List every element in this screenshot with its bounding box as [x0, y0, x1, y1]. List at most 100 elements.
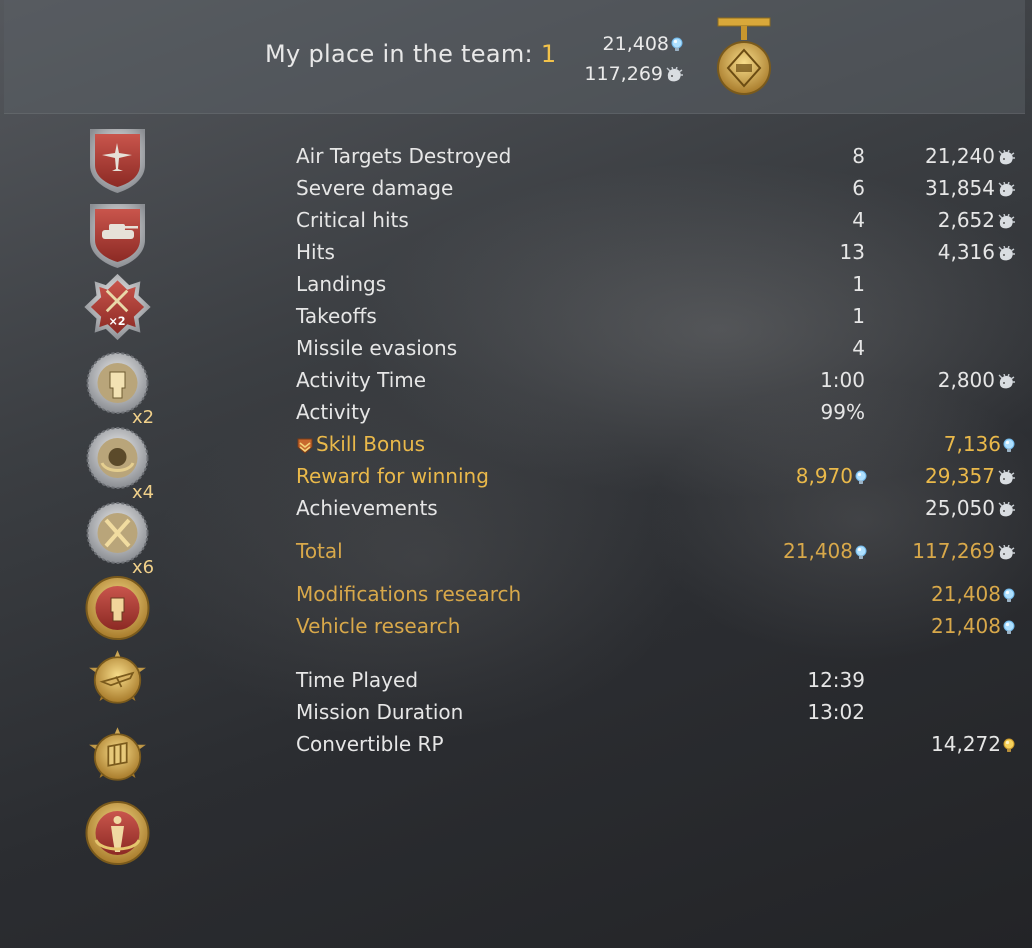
row-value: 31,854: [925, 172, 1015, 204]
row-value-text: 2,652: [937, 208, 995, 232]
fist-gold-medal-icon[interactable]: [80, 575, 155, 645]
row-value-text: 7,136: [943, 432, 1001, 456]
row-value-text: 4,316: [937, 240, 995, 264]
table-row: Takeoffs 1: [296, 300, 1026, 332]
research-point-icon: [1003, 588, 1015, 604]
row-label: Landings: [296, 272, 387, 296]
award-badge-text: ×2: [108, 315, 125, 328]
row-value-text: 2,800: [937, 368, 995, 392]
silver-lion-icon: [997, 545, 1015, 561]
row-label: Achievements: [296, 496, 438, 520]
row-label: Severe damage: [296, 176, 454, 200]
row-label: Mission Duration: [296, 700, 464, 724]
row-label: Hits: [296, 240, 335, 264]
row-value: 29,357: [925, 460, 1015, 492]
research-point-icon: [1003, 438, 1015, 454]
row-label: Total: [296, 539, 343, 563]
row-value: 21,240: [925, 140, 1015, 172]
silver-lion-icon: [997, 374, 1015, 390]
table-row: Achievements 25,050: [296, 492, 1026, 524]
research-point-icon: [1003, 620, 1015, 636]
table-row: Skill Bonus 7,136: [296, 428, 1026, 460]
table-row: Modifications research 21,408: [296, 578, 1026, 610]
table-row: Mission Duration 13:02: [296, 696, 1026, 728]
soldier-gold-medal-icon[interactable]: [80, 800, 155, 870]
table-row: Missile evasions 4: [296, 332, 1026, 364]
row-value-text: 21,408: [931, 582, 1001, 606]
multi-kill-cross-icon[interactable]: ×2: [80, 272, 155, 342]
row-count: 8: [852, 144, 865, 168]
table-row: Time Played 12:39: [296, 664, 1026, 696]
result-header: My place in the team: 1 21,408 117,269: [4, 0, 1025, 114]
table-row: Air Targets Destroyed 8 21,240: [296, 140, 1026, 172]
row-count: 13:02: [807, 700, 865, 724]
skill-chevron-icon: [297, 438, 313, 454]
research-point-icon: [855, 470, 867, 486]
team-place: My place in the team: 1: [265, 40, 557, 68]
row-label: Activity: [296, 400, 371, 424]
convertible-rp-icon: [1003, 738, 1015, 754]
row-count: 1: [852, 304, 865, 328]
aircraft-gold-star-medal-icon[interactable]: [80, 645, 155, 715]
table-row: Landings 1: [296, 268, 1026, 300]
row-count: 13: [839, 240, 865, 264]
row-label: Takeoffs: [296, 304, 377, 328]
row-count: 4: [852, 336, 865, 360]
row-count: 21,408: [783, 535, 867, 567]
row-count: 6: [852, 176, 865, 200]
row-count: 99%: [820, 400, 865, 424]
row-label: Convertible RP: [296, 732, 444, 756]
row-value: 21,408: [931, 578, 1015, 610]
row-value: 117,269: [912, 535, 1015, 567]
row-value-text: 29,357: [925, 464, 995, 488]
header-sl-total: 117,269: [584, 63, 683, 85]
row-value: 14,272: [931, 728, 1015, 760]
flag-gold-star-medal-icon[interactable]: [80, 722, 155, 792]
silver-lion-icon: [997, 182, 1015, 198]
row-label: Missile evasions: [296, 336, 458, 360]
research-point-icon: [855, 545, 867, 561]
silver-lion-icon: [997, 470, 1015, 486]
team-place-value: 1: [540, 40, 557, 68]
row-value-text: 14,272: [931, 732, 1001, 756]
table-row: Vehicle research 21,408: [296, 610, 1026, 642]
table-row: Severe damage 6 31,854: [296, 172, 1026, 204]
table-row: Activity 99%: [296, 396, 1026, 428]
row-value-text: 21,240: [925, 144, 995, 168]
silver-lion-icon: [997, 214, 1015, 230]
table-row: Critical hits 4 2,652: [296, 204, 1026, 236]
row-label: Modifications research: [296, 582, 522, 606]
total-row: Total 21,408 117,269: [296, 535, 1026, 567]
row-label-with-icon: Skill Bonus: [296, 428, 425, 460]
silver-lion-icon: [665, 67, 683, 83]
team-place-label: My place in the team:: [265, 40, 533, 68]
air-target-shield-icon[interactable]: [80, 125, 155, 195]
row-value-text: 117,269: [912, 539, 995, 563]
table-row: Activity Time 1:00 2,800: [296, 364, 1026, 396]
ground-target-shield-icon[interactable]: [80, 200, 155, 270]
row-count-text: 8,970: [795, 464, 853, 488]
header-rp-value: 21,408: [602, 33, 669, 55]
row-label: Air Targets Destroyed: [296, 144, 512, 168]
row-value: 25,050: [925, 492, 1015, 524]
row-value-text: 21,408: [931, 614, 1001, 638]
header-sl-value: 117,269: [584, 63, 663, 85]
row-value: 21,408: [931, 610, 1015, 642]
silver-lion-icon: [997, 502, 1015, 518]
row-value: 7,136: [944, 428, 1015, 460]
row-label: Reward for winning: [296, 464, 489, 488]
header-rp-total: 21,408: [603, 33, 683, 55]
row-count: 1:00: [820, 368, 865, 392]
row-label: Skill Bonus: [316, 432, 426, 456]
table-row: Convertible RP 14,272: [296, 728, 1026, 760]
row-value: 2,652: [938, 204, 1015, 236]
table-row: Reward for winning 8,970 29,357: [296, 460, 1026, 492]
row-value: 2,800: [938, 364, 1015, 396]
team-place-medal-icon: [717, 17, 771, 95]
row-count: 8,970: [796, 460, 867, 492]
silver-lion-icon: [997, 150, 1015, 166]
row-count: 12:39: [807, 668, 865, 692]
row-count-text: 21,408: [783, 539, 853, 563]
row-value: 4,316: [938, 236, 1015, 268]
silver-lion-icon: [997, 246, 1015, 262]
